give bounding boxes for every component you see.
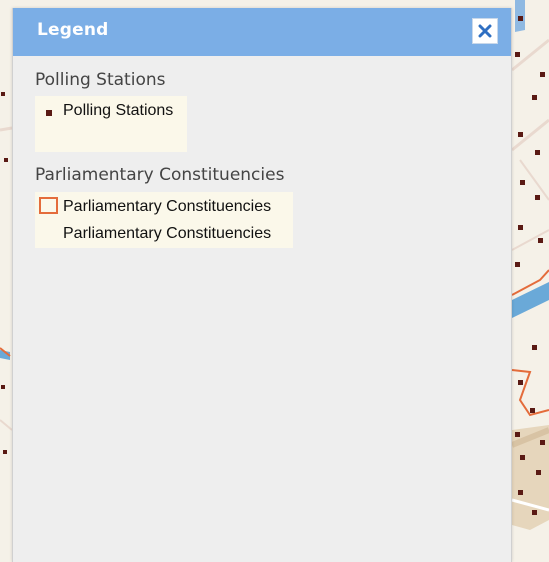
legend-item: Parliamentary Constituencies xyxy=(35,222,293,246)
polling-station-symbol xyxy=(46,110,52,116)
legend-item-label: Parliamentary Constituencies xyxy=(63,198,272,215)
map-road xyxy=(0,419,13,431)
legend-section-title: Polling Stations xyxy=(35,70,166,90)
polling-station-point[interactable] xyxy=(538,238,543,243)
polling-station-point[interactable] xyxy=(540,440,545,445)
polling-station-point[interactable] xyxy=(520,180,525,185)
polling-station-point[interactable] xyxy=(540,72,545,77)
legend-section-items: Parliamentary Constituencies Parliamenta… xyxy=(35,192,293,248)
polling-station-point[interactable] xyxy=(532,510,537,515)
legend-section-items: Polling Stations xyxy=(35,96,187,152)
polling-station-point[interactable] xyxy=(515,52,520,57)
legend-header: Legend xyxy=(13,8,511,56)
polling-station-point[interactable] xyxy=(4,158,8,162)
polling-station-point[interactable] xyxy=(515,262,520,267)
polling-station-point[interactable] xyxy=(1,92,5,96)
map-road xyxy=(0,126,13,132)
legend-item: Polling Stations xyxy=(35,101,187,125)
polling-station-point[interactable] xyxy=(536,470,541,475)
legend-section-title: Parliamentary Constituencies xyxy=(35,165,285,185)
polling-station-point[interactable] xyxy=(1,385,5,389)
polling-station-point[interactable] xyxy=(532,345,537,350)
polling-station-point[interactable] xyxy=(518,380,523,385)
map-road xyxy=(511,229,549,251)
legend-title: Legend xyxy=(37,20,109,40)
map-road xyxy=(511,118,549,152)
polling-station-point[interactable] xyxy=(535,150,540,155)
polling-station-point[interactable] xyxy=(535,195,540,200)
polling-station-point[interactable] xyxy=(3,450,7,454)
legend-panel: Legend Polling Stations Polling Stations… xyxy=(12,8,512,562)
constituency-boundary-symbol xyxy=(39,197,58,214)
legend-item: Parliamentary Constituencies xyxy=(35,194,293,220)
polling-station-point[interactable] xyxy=(515,432,520,437)
polling-station-point[interactable] xyxy=(530,408,535,413)
polling-station-point[interactable] xyxy=(532,95,537,100)
polling-station-point[interactable] xyxy=(518,132,523,137)
polling-station-point[interactable] xyxy=(518,490,523,495)
polling-station-point[interactable] xyxy=(518,225,523,230)
legend-item-label: Polling Stations xyxy=(63,102,174,119)
close-icon xyxy=(478,24,492,38)
map-river xyxy=(512,282,549,318)
polling-station-point[interactable] xyxy=(520,455,525,460)
polling-station-point[interactable] xyxy=(518,16,523,21)
close-button[interactable] xyxy=(472,18,498,44)
legend-item-label: Parliamentary Constituencies xyxy=(63,225,272,242)
